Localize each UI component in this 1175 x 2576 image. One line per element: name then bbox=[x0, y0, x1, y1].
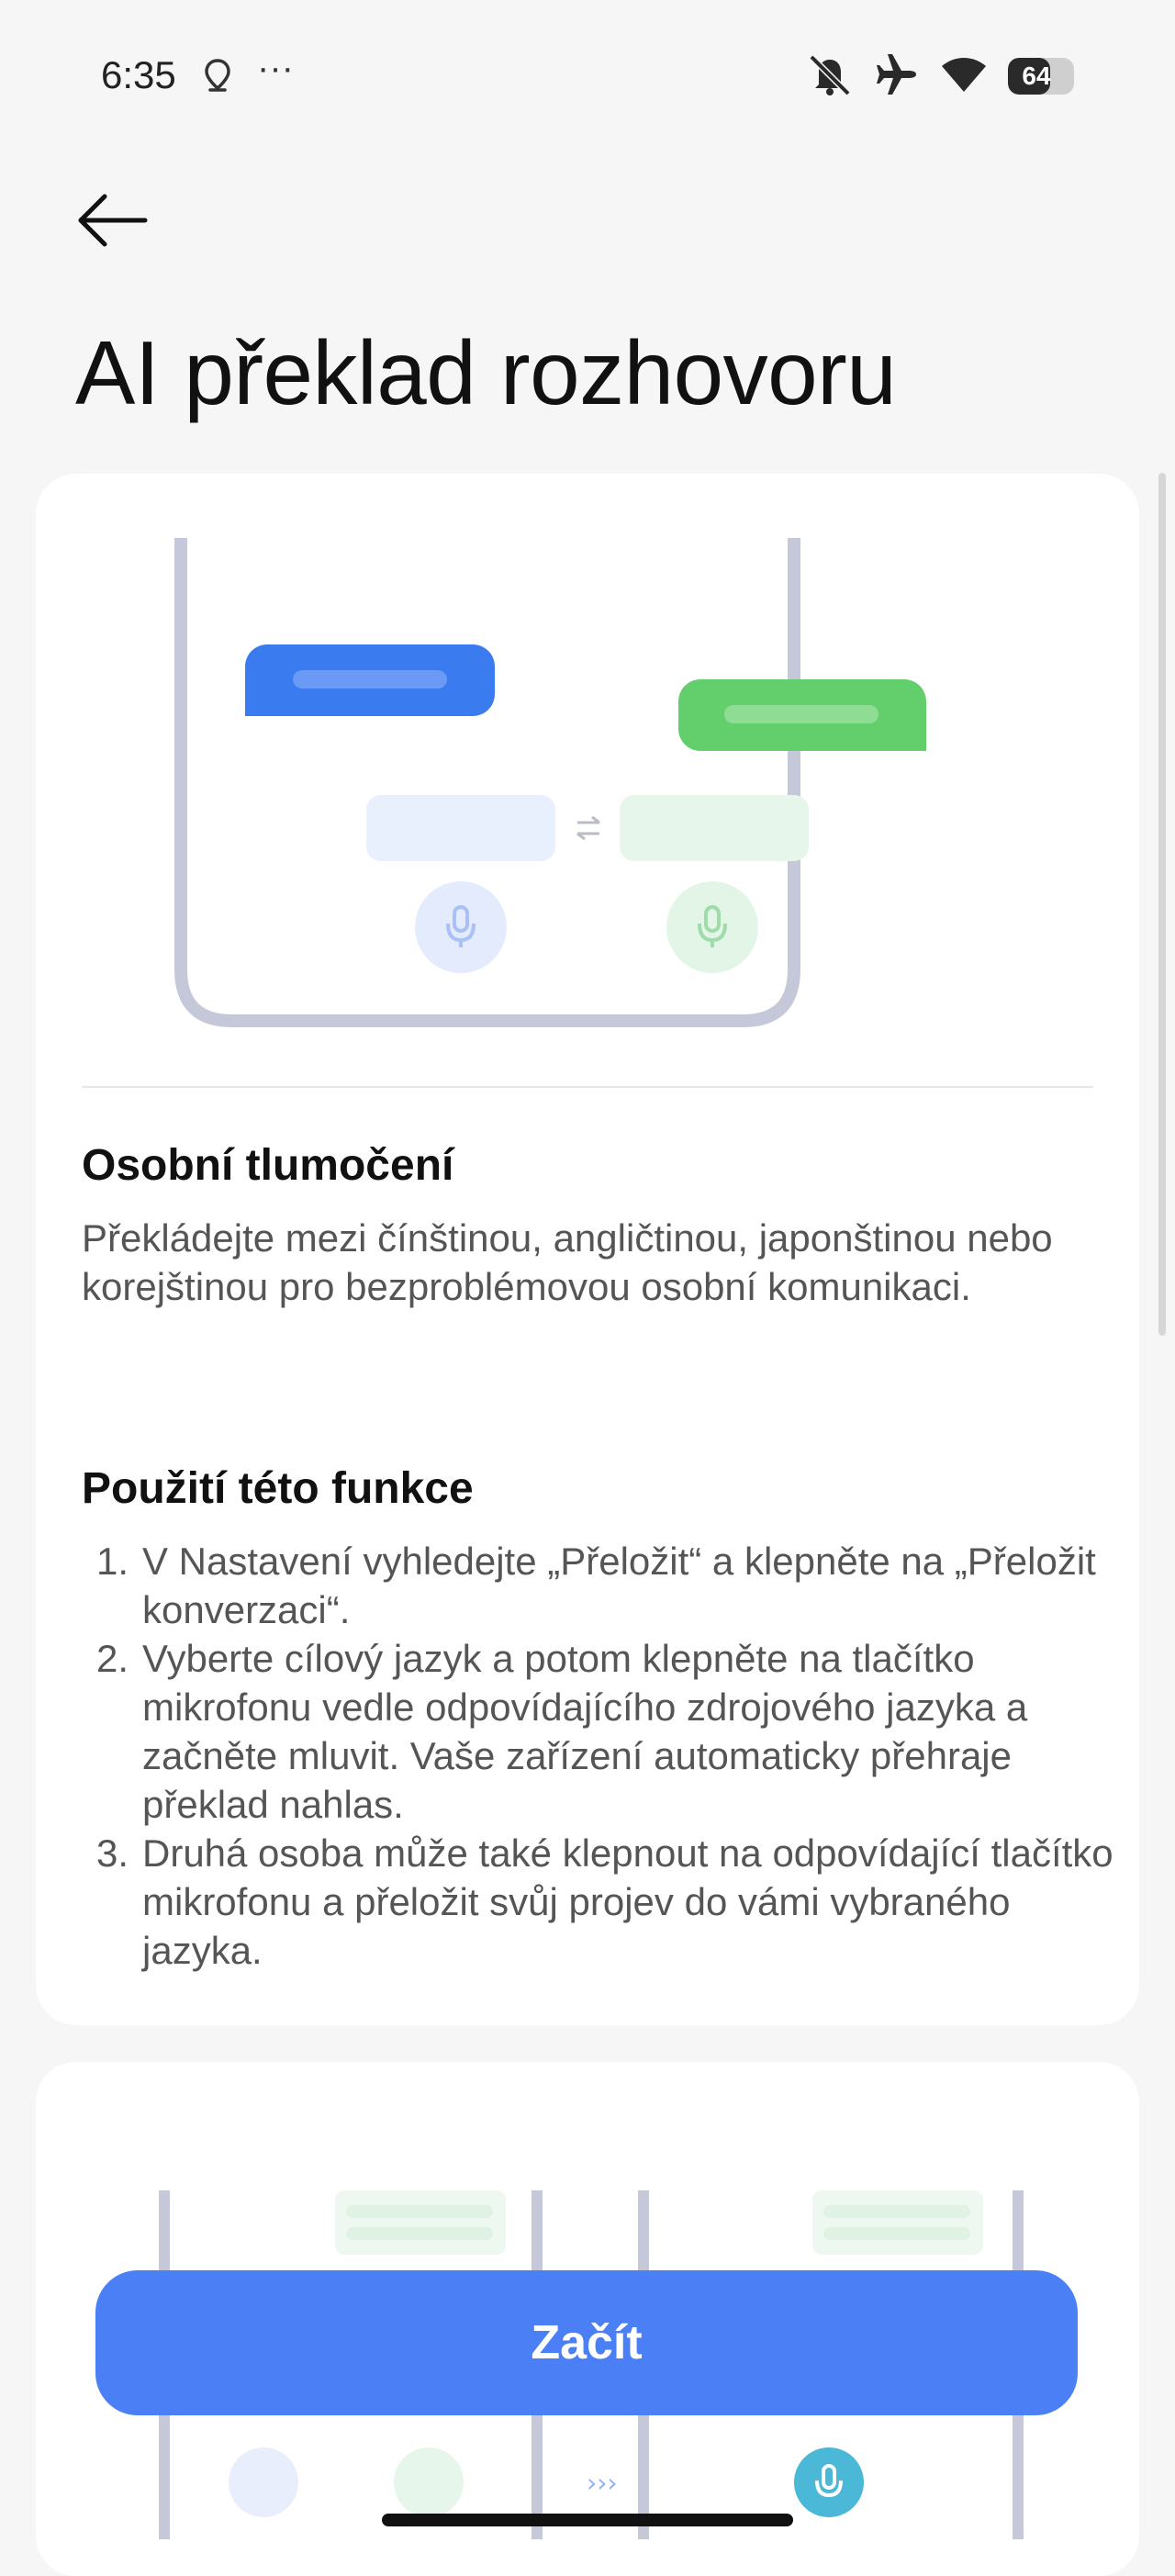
conversation-illustration bbox=[174, 538, 926, 1027]
section-title-personal: Osobní tlumočení bbox=[82, 1141, 454, 1190]
usage-step: 2. Vyberte cílový jazyk a potom klepněte… bbox=[82, 1634, 1119, 1829]
battery-icon: 64 bbox=[1008, 58, 1074, 95]
status-icons: 64 bbox=[806, 53, 1074, 99]
step-text: V Nastavení vyhledejte „Přeložit“ a klep… bbox=[142, 1540, 1096, 1631]
start-button[interactable]: Začít bbox=[95, 2270, 1078, 2415]
section-description-personal: Překládejte mezi čínštinou, angličtinou,… bbox=[82, 1216, 1053, 1308]
bell-muted-icon bbox=[806, 53, 854, 100]
step-number: 3. bbox=[96, 1831, 129, 1875]
status-bar: 6:35 ··· 64 bbox=[0, 0, 1175, 156]
home-indicator[interactable] bbox=[382, 2514, 793, 2526]
status-time: 6:35 bbox=[101, 53, 176, 96]
more-notifications-icon: ··· bbox=[257, 48, 294, 88]
airplane-mode-icon bbox=[874, 53, 920, 100]
back-button[interactable] bbox=[75, 184, 158, 257]
section-title-usage: Použití této funkce bbox=[82, 1464, 474, 1513]
step-text: Vyberte cílový jazyk a potom klepněte na… bbox=[142, 1637, 1028, 1826]
step-number: 1. bbox=[96, 1540, 129, 1583]
divider bbox=[82, 1086, 1093, 1088]
battery-level: 64 bbox=[1022, 62, 1051, 90]
arrow-left-icon bbox=[78, 194, 148, 247]
wifi-icon bbox=[940, 55, 988, 98]
step-number: 2. bbox=[96, 1637, 129, 1680]
svg-text:›››: ››› bbox=[587, 2468, 618, 2498]
step-text: Druhá osoba může také klepnout na odpoví… bbox=[142, 1831, 1113, 1972]
location-icon bbox=[202, 57, 233, 98]
feature-card-personal: Osobní tlumočení Překládejte mezi čínšti… bbox=[36, 474, 1139, 2025]
usage-step: 1. V Nastavení vyhledejte „Přeložit“ a k… bbox=[82, 1537, 1119, 1634]
scrollbar[interactable] bbox=[1158, 473, 1166, 1336]
usage-steps: 1. V Nastavení vyhledejte „Přeložit“ a k… bbox=[82, 1537, 1119, 1975]
page-title: AI překlad rozhovoru bbox=[75, 322, 897, 423]
usage-step: 3. Druhá osoba může také klepnout na odp… bbox=[82, 1829, 1119, 1975]
